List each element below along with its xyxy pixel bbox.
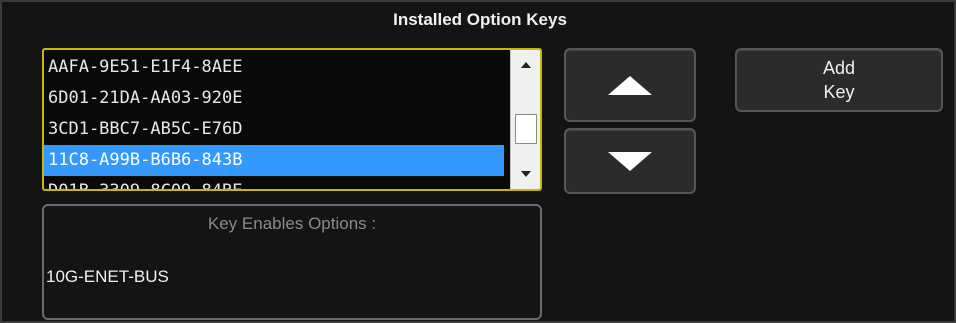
add-key-button[interactable]: Add Key (735, 48, 943, 112)
panel-title: Installed Option Keys (393, 10, 567, 29)
move-down-button[interactable] (564, 128, 696, 194)
triangle-down-icon (608, 151, 652, 171)
list-item[interactable]: 3CD1-BBC7-AB5C-E76D (44, 114, 504, 145)
triangle-up-icon (608, 75, 652, 95)
key-enables-options-box: Key Enables Options : 10G-ENET-BUS (42, 204, 542, 320)
option-keys-list: AAFA-9E51-E1F4-8AEE 6D01-21DA-AA03-920E … (44, 52, 504, 189)
scroll-down-icon (520, 171, 531, 177)
scroll-thumb[interactable] (515, 114, 537, 144)
listbox-scrollbar[interactable] (510, 50, 540, 189)
scroll-up-icon (520, 62, 531, 68)
list-item[interactable]: D01B-3309-8C09-84BE (44, 176, 504, 189)
list-item[interactable]: AAFA-9E51-E1F4-8AEE (44, 52, 504, 83)
list-item-selected[interactable]: 11C8-A99B-B6B6-843B (44, 145, 504, 176)
add-key-label-line1: Add (822, 58, 856, 78)
key-enables-options-label: Key Enables Options : (207, 214, 377, 233)
key-enables-options-value: 10G-ENET-BUS (46, 267, 169, 286)
scroll-down-arrow[interactable] (511, 163, 540, 185)
installed-option-keys-panel: Installed Option Keys AAFA-9E51-E1F4-8AE… (0, 0, 956, 323)
move-up-button[interactable] (564, 48, 696, 122)
scroll-up-arrow[interactable] (511, 54, 540, 76)
option-keys-listbox[interactable]: AAFA-9E51-E1F4-8AEE 6D01-21DA-AA03-920E … (42, 48, 542, 191)
list-item[interactable]: 6D01-21DA-AA03-920E (44, 83, 504, 114)
add-key-label-line2: Key (823, 82, 855, 102)
